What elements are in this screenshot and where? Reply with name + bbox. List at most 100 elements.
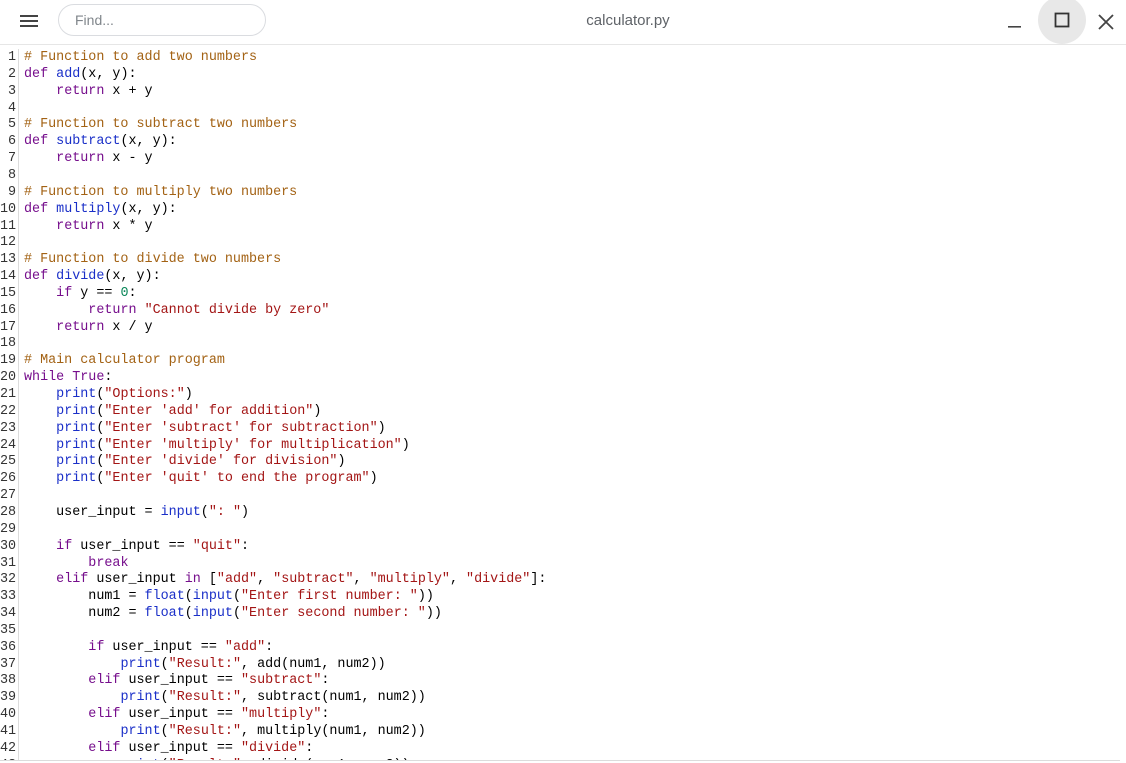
code-text: [ <box>200 572 217 588</box>
keyword: while <box>24 370 65 386</box>
function-name: add <box>56 66 81 82</box>
keyword: if <box>88 639 105 655</box>
line-number: 31 <box>0 555 17 571</box>
string-literal: "Enter 'add' for addition" <box>104 403 314 419</box>
line-number: 34 <box>0 606 17 622</box>
line-number: 37 <box>0 656 17 672</box>
keyword: if <box>56 285 73 301</box>
code-text: ( <box>160 690 169 706</box>
code-text: )) <box>425 606 442 622</box>
minimize-button[interactable] <box>990 0 1038 44</box>
code-text: , multiply(num1, num2)) <box>241 724 426 739</box>
string-literal: "Enter 'subtract' for subtraction" <box>104 420 378 436</box>
line-number: 8 <box>7 167 16 183</box>
string-literal: "Result:" <box>168 656 241 672</box>
string-literal: "divide" <box>241 740 306 756</box>
code-content: print("Result:", add(num1, num2)) <box>24 656 385 673</box>
keyword: return <box>56 151 105 167</box>
line-number: 23 <box>0 420 17 436</box>
code-text: ( <box>184 589 193 605</box>
code-text: (x, y): <box>80 66 137 82</box>
code-content: return x * y <box>24 218 152 235</box>
keyword: return <box>56 83 105 99</box>
keyword: elif <box>88 707 121 723</box>
code-content: elif user_input == "multiply": <box>24 706 329 723</box>
code-content: return "Cannot divide by zero" <box>24 302 329 319</box>
code-editor[interactable]: 1 # Function to add two numbers 2 def add(x… <box>0 49 1120 760</box>
line-number: 7 <box>7 151 16 167</box>
code-content: return x + y <box>24 83 152 100</box>
code-text: user_input = <box>24 504 161 520</box>
code-text: ( <box>160 724 169 739</box>
line-number: 21 <box>0 387 17 402</box>
code-content: user_input = input(": ") <box>24 504 249 521</box>
string-literal: "divide" <box>466 572 531 588</box>
string-literal: "subtract" <box>241 673 322 689</box>
function-name: print <box>56 403 97 419</box>
keyword: return <box>88 302 137 318</box>
function-name: input <box>192 589 233 605</box>
code-text: , subtract(num1, num2)) <box>241 690 426 706</box>
line-number: 6 <box>7 134 16 150</box>
code-content: break <box>24 555 128 572</box>
maximize-icon <box>1054 12 1070 28</box>
line-number: 22 <box>0 403 17 419</box>
code-text: : <box>128 285 137 301</box>
code-content: if user_input == "quit": <box>24 538 249 555</box>
keyword: def <box>24 66 57 82</box>
code-text: ) <box>313 403 322 419</box>
keyword: return <box>56 319 105 335</box>
keyword: break <box>88 555 129 571</box>
line-number: 29 <box>0 521 17 537</box>
code-text: : <box>241 538 250 554</box>
code-text: ) <box>184 387 193 402</box>
keyword: elif <box>88 673 121 689</box>
function-name: input <box>192 606 233 622</box>
code-content: if user_input == "add": <box>24 639 273 656</box>
keyword: return <box>56 218 105 234</box>
line-number: 15 <box>0 285 17 301</box>
code-text: x / y <box>104 319 153 335</box>
line-number: 18 <box>0 336 17 352</box>
line-number: 25 <box>0 454 17 470</box>
comment: # Function to add two numbers <box>24 50 258 65</box>
comment: # Function to subtract two numbers <box>24 117 298 133</box>
function-name: print <box>120 724 161 739</box>
string-literal: "Options:" <box>104 387 185 402</box>
line-number: 33 <box>0 589 17 605</box>
line-number: 19 <box>0 353 17 369</box>
line-number: 24 <box>0 437 17 453</box>
code-content: def add(x, y): <box>24 66 137 83</box>
keyword: elif <box>56 572 89 588</box>
string-literal: "Enter second number: " <box>241 606 426 622</box>
code-content: print("Options:") <box>24 386 193 403</box>
code-content: # Main calculator program <box>24 352 225 369</box>
code-text: ( <box>200 504 209 520</box>
line-number: 40 <box>0 707 17 723</box>
code-content: def divide(x, y): <box>24 268 161 285</box>
maximize-button[interactable] <box>1038 0 1086 44</box>
code-text: ) <box>401 437 410 453</box>
string-literal: "add" <box>216 572 258 588</box>
line-number: 17 <box>0 319 17 335</box>
line-number: 28 <box>0 504 17 520</box>
code-text: ( <box>184 606 193 622</box>
code-text: : <box>321 707 330 723</box>
line-number: 27 <box>0 488 17 504</box>
string-literal: "Enter first number: " <box>241 589 418 605</box>
code-text: (x, y): <box>120 134 177 150</box>
code-text: ( <box>232 606 242 622</box>
keyword: def <box>24 201 57 217</box>
close-button[interactable] <box>1086 0 1126 44</box>
function-name: float <box>144 606 185 622</box>
